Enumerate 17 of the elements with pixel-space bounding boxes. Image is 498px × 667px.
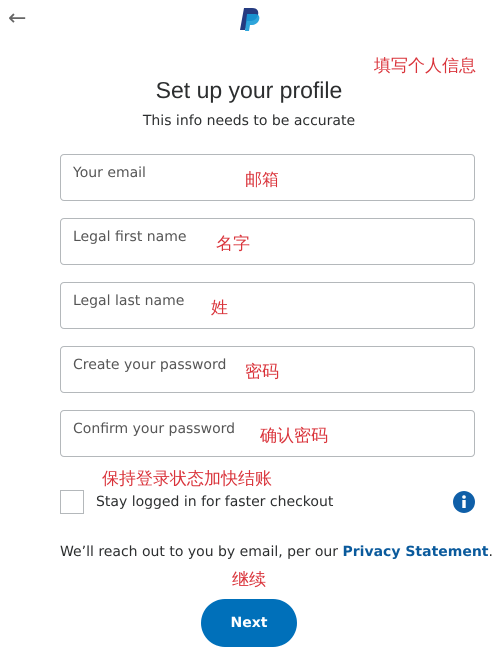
notice-text: We’ll reach out to you by email, per our Privacy Statement. [60,544,494,560]
annotation-note: 保持登录状态加快结账 [102,468,273,490]
checkbox-label: Stay logged in for faster checkout [96,494,334,510]
subtitle: This info needs to be accurate [142,113,356,129]
privacy-link[interactable]: Privacy Statement [342,544,489,560]
page-title: Set up your profile [154,77,344,104]
annotation-note: 填写个人信息 [374,55,476,77]
checkbox[interactable] [60,490,84,514]
next-button[interactable]: Next [201,599,297,647]
annotation-note: 密码 [245,361,279,383]
info-icon[interactable] [453,491,475,513]
annotation-note: 名字 [216,233,250,255]
annotation-note: 继续 [232,569,266,591]
annotation-note: 邮箱 [245,169,279,191]
annotation-note: 确认密码 [260,425,328,447]
back-button[interactable]: ← [4,6,30,31]
annotation-note: 姓 [211,297,228,319]
